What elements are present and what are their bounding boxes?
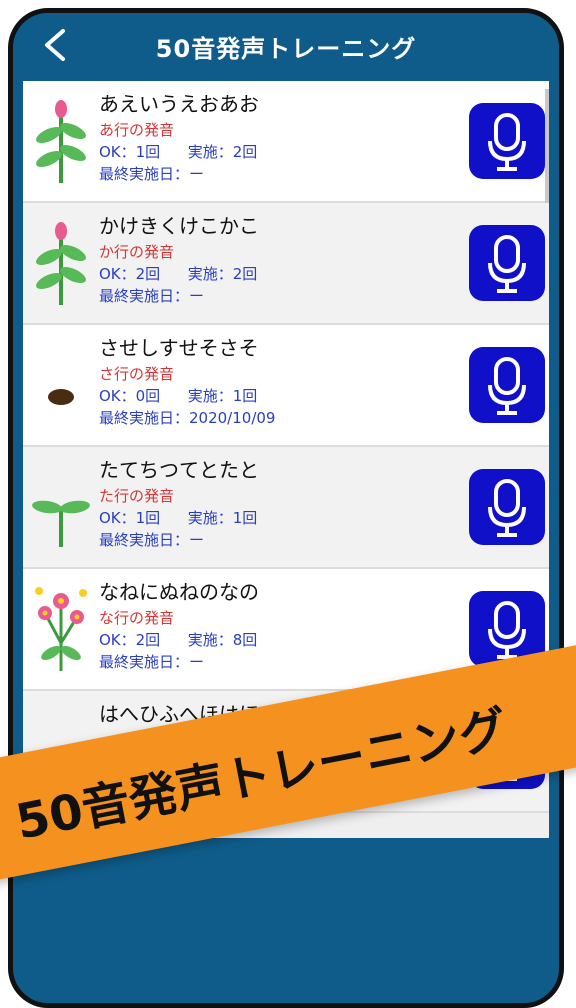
practice-kana: たてちつてとたと [99, 458, 259, 482]
page-title: 50音発声トレーニング [155, 35, 417, 63]
sprout-flower-icon [36, 222, 86, 305]
row-label: な行の発音 [99, 609, 175, 627]
row-label: さ行の発音 [99, 365, 175, 383]
ok-count: OK：0回 [99, 387, 161, 405]
record-button[interactable] [469, 469, 545, 545]
last-date: 最終実施日：ー [99, 287, 205, 305]
record-button[interactable] [469, 103, 545, 179]
stats: OK：1回 実施：1回 [99, 507, 479, 529]
stats: OK：0回 実施：1回 [99, 385, 479, 407]
list-item[interactable]: かけきくけこかこ か行の発音 OK：2回 実施：2回 最終実施日：ー [23, 203, 549, 325]
list-item[interactable]: あえいうえおあお あ行の発音 OK：1回 実施：2回 最終実施日：ー [23, 81, 549, 449]
row-label: あ行の発音 [99, 121, 175, 139]
sprout-icon [32, 500, 90, 547]
done-count: 実施：1回 [187, 387, 258, 405]
ok-count: OK：1回 [99, 143, 161, 161]
seed-icon [48, 389, 74, 405]
last-date: 最終実施日：ー [99, 531, 205, 549]
ok-count: OK：1回 [99, 509, 161, 527]
last-date: 最終実施日：ー [99, 165, 205, 183]
ok-count: OK：2回 [99, 265, 161, 283]
practice-kana: かけきくけこかこ [99, 214, 259, 238]
app-header: 50音発声トレーニング [13, 13, 559, 81]
practice-kana: させしすせそさそ [99, 336, 259, 360]
row-label: た行の発音 [99, 487, 175, 505]
stats: OK：1回 実施：2回 [99, 141, 479, 163]
done-count: 実施：8回 [187, 631, 258, 649]
flower-bouquet-icon [35, 587, 87, 671]
stats: OK：2回 実施：8回 [99, 629, 479, 651]
list-item[interactable]: たてちつてとたと た行の発音 OK：1回 実施：1回 最終実施日：ー [23, 447, 549, 569]
microphone-icon [488, 235, 526, 293]
done-count: 実施：1回 [187, 509, 258, 527]
stats: OK：2回 実施：2回 [99, 263, 479, 285]
sprout-flower-icon [36, 100, 86, 183]
list-item[interactable]: させしすせそさそ さ行の発音 OK：0回 実施：1回 最終実施日：2020/10… [23, 325, 549, 447]
practice-kana: なねにぬねのなの [99, 580, 259, 604]
microphone-icon [488, 357, 526, 415]
done-count: 実施：2回 [187, 265, 258, 283]
ok-count: OK：2回 [99, 631, 161, 649]
last-date: 最終実施日：2020/10/09 [99, 409, 276, 427]
last-date: 最終実施日：ー [99, 653, 205, 671]
done-count: 実施：2回 [187, 143, 258, 161]
microphone-icon [488, 479, 526, 537]
practice-kana: あえいうえおあお [99, 92, 259, 116]
microphone-icon [488, 113, 526, 171]
record-button[interactable] [469, 347, 545, 423]
row-label: か行の発音 [99, 243, 175, 261]
record-button[interactable] [469, 225, 545, 301]
